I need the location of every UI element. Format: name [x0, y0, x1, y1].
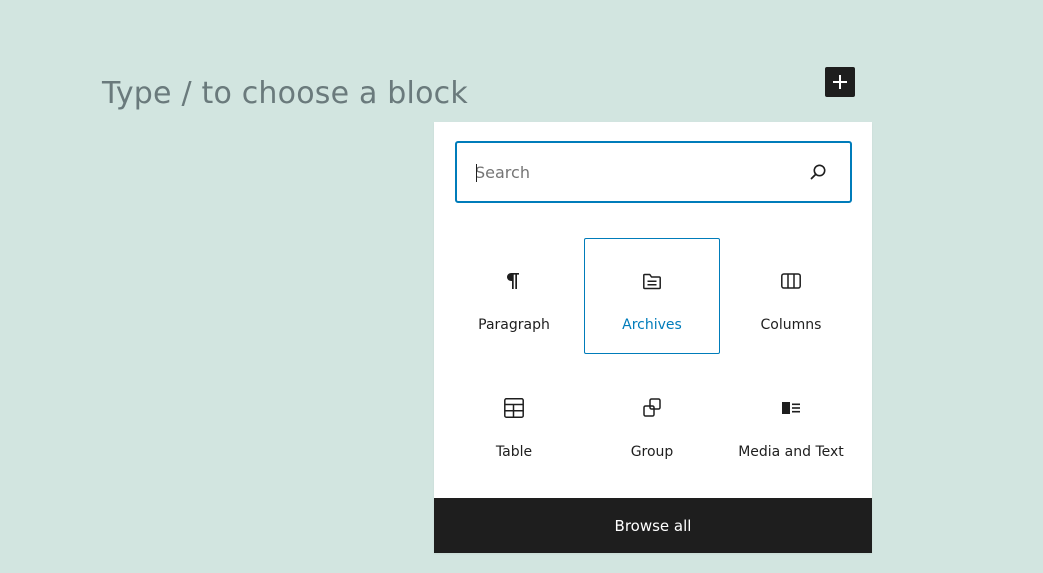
block-item-group[interactable]: Group — [584, 365, 720, 481]
editor-canvas: Type / to choose a block Paragraph — [0, 0, 1043, 573]
paragraph-icon — [507, 273, 519, 289]
archive-icon — [643, 273, 661, 290]
block-placeholder-text[interactable]: Type / to choose a block — [102, 76, 468, 111]
block-item-label: Paragraph — [478, 317, 550, 333]
block-item-label: Columns — [760, 317, 822, 333]
group-icon — [643, 398, 661, 417]
columns-icon — [781, 273, 801, 289]
block-item-label: Media and Text — [738, 444, 844, 460]
search-icon[interactable] — [808, 162, 828, 182]
search-field[interactable] — [455, 141, 852, 203]
block-item-media-and-text[interactable]: Media and Text — [723, 365, 859, 481]
block-item-label: Archives — [622, 317, 682, 333]
block-item-label: Table — [495, 444, 533, 460]
block-item-archives[interactable]: Archives — [584, 238, 720, 354]
block-item-columns[interactable]: Columns — [723, 238, 859, 354]
block-item-label: Group — [630, 444, 674, 460]
text-caret — [476, 164, 477, 182]
block-item-table[interactable]: Table — [446, 365, 582, 481]
search-input[interactable] — [475, 143, 795, 201]
block-inserter-popover: Paragraph Archives Columns — [434, 122, 872, 553]
block-item-paragraph[interactable]: Paragraph — [446, 238, 582, 354]
browse-all-button[interactable]: Browse all — [434, 498, 872, 553]
media-text-icon — [782, 402, 800, 414]
table-icon — [504, 398, 524, 418]
add-block-button[interactable] — [825, 67, 855, 97]
plus-icon — [833, 75, 847, 89]
